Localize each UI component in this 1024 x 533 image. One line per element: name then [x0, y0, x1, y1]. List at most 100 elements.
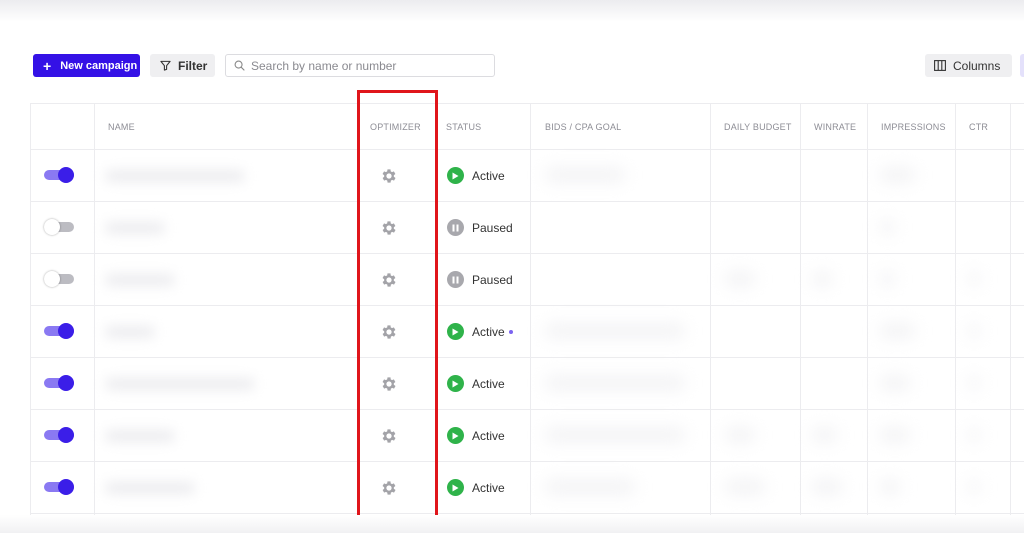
toggle-knob: [58, 427, 74, 443]
filter-button[interactable]: Filter: [150, 54, 215, 77]
header-ctr[interactable]: CTR: [969, 122, 988, 132]
columns-button[interactable]: Columns: [925, 54, 1012, 77]
header-status[interactable]: STATUS: [446, 122, 481, 132]
metric-value-redacted: [725, 272, 755, 286]
play-icon: [447, 427, 464, 444]
plus-icon: +: [43, 57, 52, 74]
metric-value-redacted: [725, 480, 765, 494]
status-badge: Active: [447, 479, 505, 496]
metric-value-redacted: [880, 168, 915, 182]
metric-value-redacted: [545, 480, 635, 494]
metric-value-redacted: [880, 480, 900, 494]
metric-value-redacted: [968, 272, 980, 286]
status-label: Active: [472, 480, 505, 495]
cut-off-button[interactable]: [1020, 54, 1024, 77]
header-daily-budget[interactable]: DAILY BUDGET: [724, 122, 792, 132]
metric-value-redacted: [725, 428, 755, 442]
metric-value-redacted: [545, 376, 685, 390]
funnel-icon: [160, 60, 171, 71]
metric-value-redacted: [812, 428, 837, 442]
campaign-toggle[interactable]: [44, 427, 74, 443]
row-divider: [30, 201, 1024, 202]
campaign-toggle[interactable]: [44, 479, 74, 495]
magnifier-icon: [234, 60, 245, 71]
toggle-knob: [58, 375, 74, 391]
campaign-name-redacted[interactable]: [105, 378, 255, 390]
status-badge: Active: [447, 323, 513, 340]
row-divider: [30, 461, 1024, 462]
metric-value-redacted: [880, 272, 895, 286]
column-divider: [1010, 103, 1011, 518]
header-impressions[interactable]: IMPRESSIONS: [881, 122, 946, 132]
column-divider: [867, 103, 868, 518]
toggle-knob: [58, 479, 74, 495]
status-label: Paused: [472, 220, 513, 235]
metric-value-redacted: [545, 168, 625, 182]
campaigns-page: + New campaign Filter Columns NAME OPTIM…: [0, 0, 1024, 533]
toggle-knob: [58, 323, 74, 339]
column-divider: [955, 103, 956, 518]
row-divider: [30, 513, 1024, 514]
row-divider: [30, 357, 1024, 358]
campaign-name-redacted[interactable]: [105, 430, 175, 442]
row-divider: [30, 253, 1024, 254]
status-label: Active: [472, 168, 505, 183]
new-campaign-button[interactable]: + New campaign: [33, 54, 140, 77]
toggle-knob: [58, 167, 74, 183]
metric-value-redacted: [968, 480, 980, 494]
play-icon: [447, 323, 464, 340]
campaigns-table: [30, 103, 1024, 533]
status-badge: Active: [447, 167, 505, 184]
new-campaign-label: New campaign: [60, 59, 138, 72]
status-badge: Paused: [447, 271, 513, 288]
campaign-name-redacted[interactable]: [105, 170, 245, 182]
campaign-toggle[interactable]: [44, 375, 74, 391]
status-label: Paused: [472, 272, 513, 287]
toggle-knob: [44, 219, 60, 235]
status-badge: Active: [447, 375, 505, 392]
columns-label: Columns: [953, 58, 1001, 73]
column-divider: [800, 103, 801, 518]
filter-label: Filter: [178, 58, 208, 73]
status-label: Active: [472, 376, 505, 391]
metric-value-redacted: [880, 220, 895, 234]
play-icon: [447, 375, 464, 392]
campaign-name-redacted[interactable]: [105, 222, 165, 234]
metric-value-redacted: [812, 272, 832, 286]
campaign-name-redacted[interactable]: [105, 482, 195, 494]
column-divider: [94, 103, 95, 533]
campaign-toggle[interactable]: [44, 219, 74, 235]
metric-value-redacted: [545, 428, 685, 442]
status-label: Active: [472, 428, 505, 443]
header-name[interactable]: NAME: [108, 122, 135, 132]
optimizer-column-highlight: [357, 90, 438, 527]
toolbar: + New campaign Filter Columns: [0, 0, 1024, 90]
campaign-toggle[interactable]: [44, 323, 74, 339]
metric-value-redacted: [812, 480, 842, 494]
header-winrate[interactable]: WINRATE: [814, 122, 856, 132]
row-divider: [30, 305, 1024, 306]
play-icon: [447, 479, 464, 496]
metric-value-redacted: [968, 428, 980, 442]
column-divider: [530, 103, 531, 533]
row-divider: [30, 409, 1024, 410]
header-bids-cpa-goal[interactable]: BIDS / CPA GOAL: [545, 122, 621, 132]
campaign-toggle[interactable]: [44, 167, 74, 183]
metric-value-redacted: [968, 376, 980, 390]
pause-icon: [447, 271, 464, 288]
toggle-knob: [44, 271, 60, 287]
metric-value-redacted: [545, 324, 685, 338]
metric-value-redacted: [880, 324, 915, 338]
campaign-name-redacted[interactable]: [105, 274, 175, 286]
metric-value-redacted: [968, 324, 980, 338]
status-badge: Paused: [447, 219, 513, 236]
campaign-name-redacted[interactable]: [105, 326, 155, 338]
indicator-dot: [508, 329, 513, 334]
status-badge: Active: [447, 427, 505, 444]
row-divider: [30, 149, 1024, 150]
status-label: Active: [472, 324, 505, 339]
campaign-toggle[interactable]: [44, 271, 74, 287]
play-icon: [447, 167, 464, 184]
columns-icon: [934, 60, 946, 71]
search-input[interactable]: [251, 58, 481, 73]
